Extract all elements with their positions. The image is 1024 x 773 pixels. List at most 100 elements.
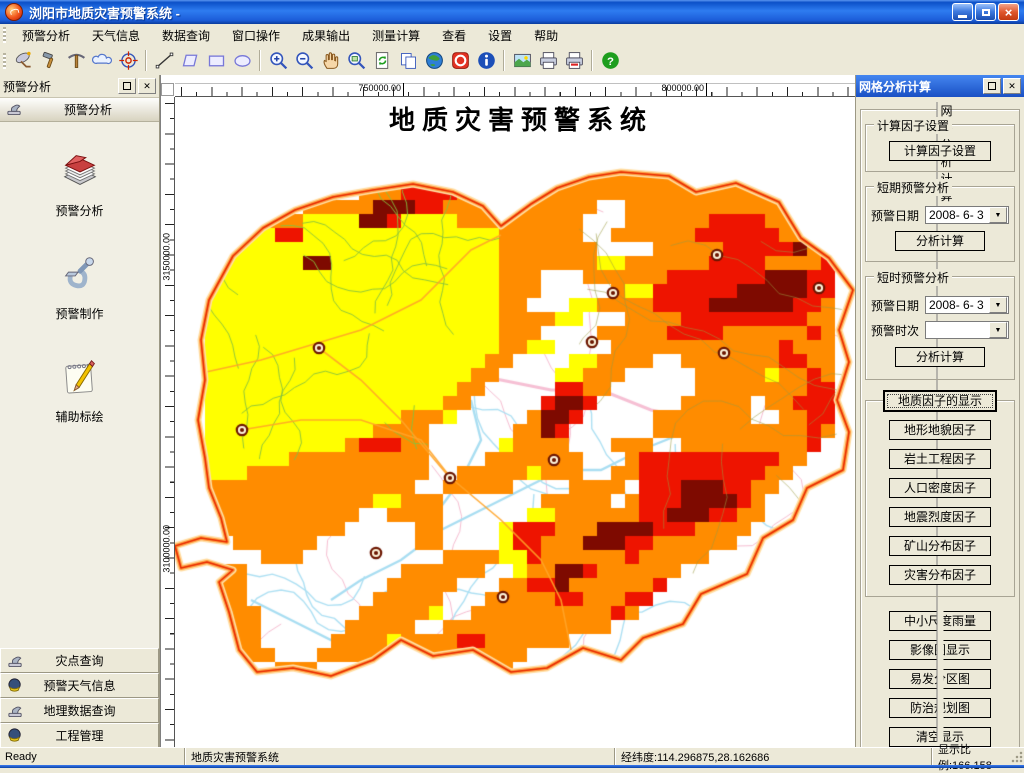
chevron-down-icon[interactable]: ▼: [989, 322, 1007, 338]
toolbar-button-pick[interactable]: [63, 48, 89, 73]
display-button-3[interactable]: 岩土工程因子: [889, 449, 991, 469]
menu-item-4[interactable]: 窗口操作: [221, 24, 291, 47]
short-term-analyze-button[interactable]: 分析计算: [895, 231, 985, 251]
map-canvas[interactable]: [175, 97, 856, 748]
left-panel-close-button[interactable]: ✕: [138, 78, 156, 94]
left-tool-label: 预警制作: [55, 307, 104, 321]
nowcast-analyze-button[interactable]: 分析计算: [895, 347, 985, 367]
h-ruler-label: 800000.00: [644, 83, 707, 96]
display-button-6[interactable]: 矿山分布因子: [889, 536, 991, 556]
vertical-ruler: 3150000.00 3100000.00: [161, 97, 175, 748]
zoom-out-icon: [294, 50, 315, 71]
left-bottom-bar-3[interactable]: 地理数据查询: [0, 698, 159, 723]
toolbar-button-pan-hand[interactable]: [317, 48, 343, 73]
nowcast-time-combo[interactable]: ▼: [925, 321, 1009, 339]
toolbar-button-satellite-dish[interactable]: [11, 48, 37, 73]
section-header-label: 预警分析: [63, 103, 112, 117]
factor-settings-label: 计算因子设置: [874, 117, 953, 134]
status-coordinates: 经纬度:114.296875,28.162686: [621, 751, 770, 764]
toolbar-button-zoom-out[interactable]: [291, 48, 317, 73]
menu-item-3[interactable]: 数据查询: [151, 24, 221, 47]
status-layer-name: 地质灾害预警系统: [191, 751, 279, 764]
display-button-2[interactable]: 地形地貌因子: [889, 420, 991, 440]
display-button-5[interactable]: 地震烈度因子: [889, 507, 991, 527]
satellite-dish-icon: [14, 50, 35, 71]
toolbar-button-polygon-tool[interactable]: [177, 48, 203, 73]
globe-icon: [424, 50, 445, 71]
chevron-down-icon[interactable]: ▼: [989, 207, 1007, 223]
toolbar-button-refresh-page[interactable]: [369, 48, 395, 73]
toolbar-button-zoom-in[interactable]: [265, 48, 291, 73]
toolbar-button-ellipse-tool[interactable]: [229, 48, 255, 73]
toolbar-button-image-view[interactable]: [509, 48, 535, 73]
print-preview-icon: [564, 50, 585, 71]
left-bottom-bar-4[interactable]: 工程管理: [0, 723, 159, 748]
toolbar-button-target[interactable]: [115, 48, 141, 73]
toolbar-button-hammer[interactable]: [37, 48, 63, 73]
menu-item-5[interactable]: 成果输出: [291, 24, 361, 47]
map-view: 750000.00 800000.00 3150000.00 3100000.00 …: [160, 75, 856, 748]
toolbar-button-print[interactable]: [535, 48, 561, 73]
v-ruler-label: 3100000.00: [162, 525, 172, 573]
right-panel-close-button[interactable]: ✕: [1003, 78, 1021, 94]
toolbar-button-cloud[interactable]: [89, 48, 115, 73]
close-icon: ✕: [143, 80, 151, 91]
chevron-down-icon[interactable]: ▼: [989, 297, 1007, 313]
title-bar: 浏阳市地质灾害预警系统 - ×: [0, 0, 1024, 24]
nowcast-date-label: 预警日期: [871, 298, 920, 313]
status-ready: Ready: [5, 750, 37, 763]
close-button[interactable]: ×: [998, 3, 1019, 21]
warning-analysis-book-icon: [57, 148, 103, 197]
stamp-icon: [6, 100, 23, 120]
factor-settings-group: 计算因子设置 计算因子设置: [865, 117, 1015, 172]
left-panel-section-header[interactable]: 预警分析: [0, 98, 159, 122]
factor-settings-button[interactable]: 计算因子设置: [889, 141, 991, 161]
display-button-4[interactable]: 人口密度因子: [889, 478, 991, 498]
left-tool-label: 预警分析: [55, 204, 104, 218]
left-panel-pin-button[interactable]: [118, 78, 136, 94]
restore-button[interactable]: [975, 3, 996, 21]
left-panel: 预警分析 ✕ 预警分析 预警分析预警制作辅助标绘 灾点查询 预警天气信息 地理数据查…: [0, 75, 160, 748]
left-tool-2[interactable]: 预警制作: [0, 251, 159, 322]
toolbar-button-zoom-layer[interactable]: [343, 48, 369, 73]
horizontal-ruler: 750000.00 800000.00: [175, 83, 855, 97]
rectangle-tool-icon: [206, 50, 227, 71]
left-bottom-bar-2[interactable]: 预警天气信息: [0, 673, 159, 698]
left-tool-1[interactable]: 预警分析: [0, 148, 159, 219]
toolbar-button-stop[interactable]: [447, 48, 473, 73]
toolbar-button-print-preview[interactable]: [561, 48, 587, 73]
toolbar-button-info[interactable]: [473, 48, 499, 73]
menu-item-1[interactable]: 预警分析: [11, 24, 81, 47]
left-tool-3[interactable]: 辅助标绘: [0, 354, 159, 425]
target-icon: [118, 50, 139, 71]
menu-bar: 预警分析 天气信息 数据查询 窗口操作 成果输出 测量计算 查看 设置 帮助: [0, 24, 1024, 47]
display-button-1[interactable]: 地质因子的显示: [884, 391, 996, 411]
restore-icon: [981, 8, 990, 16]
minimize-button[interactable]: [952, 3, 973, 21]
toolbar-button-globe[interactable]: [421, 48, 447, 73]
menu-item-6[interactable]: 测量计算: [361, 24, 431, 47]
display-button-7[interactable]: 灾害分布因子: [889, 565, 991, 585]
right-panel-pin-button[interactable]: [983, 78, 1001, 94]
nowcast-date-combo[interactable]: 2008- 6- 3 ▼: [925, 296, 1009, 314]
menu-item-9[interactable]: 帮助: [523, 24, 569, 47]
toolbar: ?: [0, 46, 1024, 76]
zoom-layer-icon: [346, 50, 367, 71]
left-bottom-bar-1[interactable]: 灾点查询: [0, 648, 159, 673]
toolbar-button-line-tool[interactable]: [151, 48, 177, 73]
left-panel-titlebar: 预警分析 ✕: [0, 75, 159, 98]
short-term-date-combo[interactable]: 2008- 6- 3 ▼: [925, 206, 1009, 224]
info-icon: [476, 50, 497, 71]
menubar-grip[interactable]: [3, 27, 6, 43]
menu-item-8[interactable]: 设置: [477, 24, 523, 47]
toolbar-separator: [145, 50, 147, 71]
v-ruler-label: 3150000.00: [162, 233, 172, 281]
menu-item-2[interactable]: 天气信息: [81, 24, 151, 47]
toolbar-button-help[interactable]: ?: [597, 48, 623, 73]
toolbar-button-copy-pages[interactable]: [395, 48, 421, 73]
short-term-date-label: 预警日期: [871, 208, 920, 223]
toolbar-grip[interactable]: [3, 52, 6, 69]
resize-grip[interactable]: [1010, 748, 1024, 765]
menu-item-7[interactable]: 查看: [431, 24, 477, 47]
toolbar-button-rectangle-tool[interactable]: [203, 48, 229, 73]
